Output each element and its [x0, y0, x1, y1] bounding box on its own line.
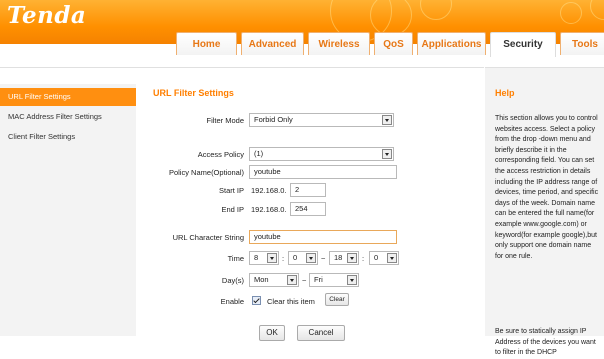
start-ip-prefix: 192.168.0. [251, 186, 287, 195]
tab-tools[interactable]: Tools [560, 32, 604, 55]
enable-label: Enable [220, 297, 244, 306]
policy-name-label: Policy Name(Optional) [168, 168, 244, 177]
day-from-select[interactable]: Mon [249, 273, 299, 287]
start-min-value: 0 [293, 253, 298, 262]
sidebar-item-client-filter[interactable]: Client Filter Settings [0, 128, 136, 146]
enable-checkbox[interactable] [252, 296, 261, 305]
tab-advanced[interactable]: Advanced [241, 32, 304, 55]
tab-wireless[interactable]: Wireless [308, 32, 370, 55]
end-ip-label: End IP [221, 205, 244, 214]
chevron-down-icon [267, 253, 277, 263]
clear-button[interactable]: Clear [325, 293, 349, 306]
sidebar-spacer [0, 68, 136, 84]
help-text: This section allows you to control websi… [495, 115, 599, 260]
chevron-down-icon [287, 275, 297, 285]
tab-home[interactable]: Home [176, 32, 237, 55]
time-separator: : [282, 254, 285, 263]
access-policy-select[interactable]: (1) [249, 147, 394, 161]
chevron-down-icon [382, 115, 392, 125]
filter-mode-label: Filter Mode [206, 116, 244, 125]
tenda-logo: Tenda [7, 2, 87, 29]
main-content: URL Filter Settings Filter Mode Forbid O… [136, 67, 484, 341]
end-ip-field[interactable]: 254 [290, 202, 326, 216]
end-min-value: 0 [374, 253, 379, 262]
sidebar: URL Filter Settings MAC Address Filter S… [0, 67, 136, 336]
cancel-button[interactable]: Cancel [297, 325, 345, 341]
day-from-value: Mon [254, 275, 269, 284]
policy-name-field[interactable]: youtube [249, 165, 397, 179]
start-min-select[interactable]: 0 [288, 251, 318, 265]
chevron-down-icon [347, 275, 357, 285]
chevron-down-icon [347, 253, 357, 263]
tab-applications[interactable]: Applications [417, 32, 486, 55]
url-string-field[interactable]: youtube [249, 230, 397, 244]
start-ip-field[interactable]: 2 [290, 183, 326, 197]
url-string-label: URL Character String [172, 233, 244, 242]
filter-mode-value: Forbid Only [254, 115, 293, 124]
tab-qos[interactable]: QoS [374, 32, 413, 55]
help-text-2: Be sure to statically assign IP Address … [495, 328, 596, 357]
end-hour-value: 18 [334, 253, 343, 262]
chevron-down-icon [387, 253, 397, 263]
clear-item-text: Clear this item [267, 297, 315, 306]
sidebar-item-mac-filter[interactable]: MAC Address Filter Settings [0, 108, 136, 126]
main-nav: Home Advanced Wireless QoS Applications … [0, 32, 604, 57]
tab-security[interactable]: Security [490, 32, 556, 57]
chevron-down-icon [306, 253, 316, 263]
start-ip-label: Start IP [218, 186, 244, 195]
end-ip-prefix: 192.168.0. [251, 205, 287, 214]
end-hour-select[interactable]: 18 [329, 251, 359, 265]
time-range-separator: ~ [321, 254, 326, 263]
ok-button[interactable]: OK [259, 325, 285, 341]
end-min-select[interactable]: 0 [369, 251, 399, 265]
day-to-value: Fri [314, 275, 323, 284]
sidebar-item-url-filter[interactable]: URL Filter Settings [0, 88, 136, 106]
filter-mode-select[interactable]: Forbid Only [249, 113, 394, 127]
start-hour-value: 8 [254, 253, 259, 262]
time-label: Time [227, 254, 244, 263]
time-separator: : [362, 254, 365, 263]
day-to-select[interactable]: Fri [309, 273, 359, 287]
access-policy-label: Access Policy [197, 150, 244, 159]
access-policy-value: (1) [254, 149, 264, 158]
start-hour-select[interactable]: 8 [249, 251, 279, 265]
day-range-separator: ~ [302, 276, 307, 285]
chevron-down-icon [382, 149, 392, 159]
days-label: Day(s) [221, 276, 244, 285]
help-panel: Help This section allows you to control … [485, 67, 604, 356]
section-title: URL Filter Settings [153, 88, 234, 98]
help-title: Help [495, 88, 515, 98]
